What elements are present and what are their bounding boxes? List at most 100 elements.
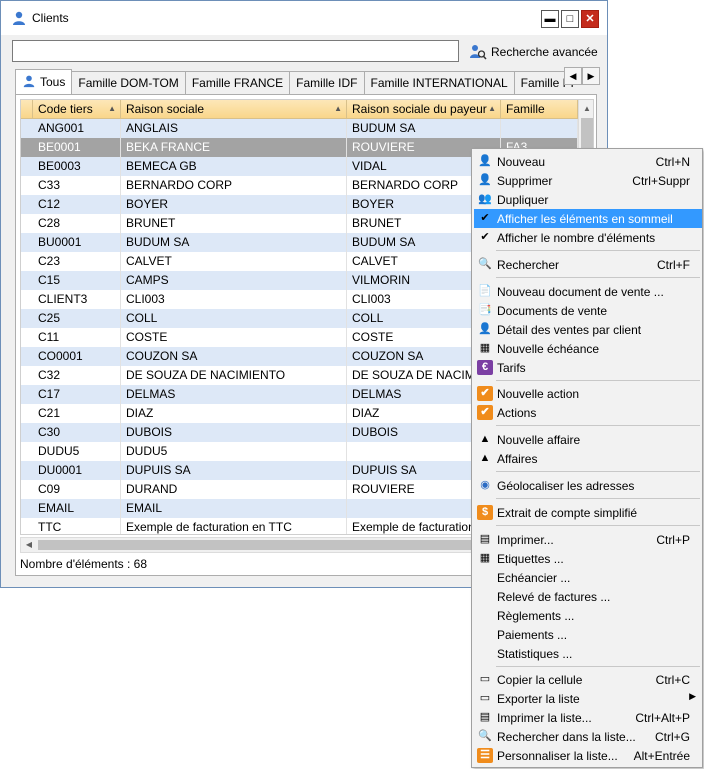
table-cell[interactable]: ANGLAIS bbox=[121, 119, 347, 138]
search-input[interactable] bbox=[12, 40, 459, 62]
table-cell[interactable]: COUZON SA bbox=[121, 347, 347, 366]
table-cell[interactable]: C28 bbox=[33, 214, 121, 233]
menu-item[interactable]: ▲ Nouvelle affaire bbox=[474, 430, 702, 449]
table-cell[interactable]: BE0003 bbox=[33, 157, 121, 176]
tab-3[interactable]: Famille IDF bbox=[289, 71, 365, 94]
vertical-scroll-thumb[interactable] bbox=[581, 118, 593, 148]
table-cell[interactable]: C23 bbox=[33, 252, 121, 271]
table-cell[interactable]: BRUNET bbox=[121, 214, 347, 233]
column-header-3[interactable]: Famille bbox=[501, 100, 578, 119]
menu-item[interactable]: Règlements ... bbox=[474, 606, 702, 625]
table-cell[interactable]: COLL bbox=[121, 309, 347, 328]
table-cell[interactable]: DU0001 bbox=[33, 461, 121, 480]
column-header-0[interactable]: Code tiers ▲ bbox=[33, 100, 121, 119]
table-cell[interactable]: C15 bbox=[33, 271, 121, 290]
menu-item[interactable]: ✔ Afficher le nombre d'éléments bbox=[474, 228, 702, 247]
table-cell[interactable]: CAMPS bbox=[121, 271, 347, 290]
table-cell[interactable]: Exemple de facturation en TTC bbox=[121, 518, 347, 534]
menu-item[interactable]: ☰ Personnaliser la liste... Alt+Entrée bbox=[474, 746, 702, 765]
table-cell[interactable]: C21 bbox=[33, 404, 121, 423]
table-cell[interactable]: BOYER bbox=[121, 195, 347, 214]
table-cell[interactable]: BUDUM SA bbox=[121, 233, 347, 252]
statement-icon: $ bbox=[477, 504, 493, 520]
menu-item[interactable]: $ Extrait de compte simplifié bbox=[474, 503, 702, 522]
menu-item[interactable]: ✔ Afficher les éléments en sommeil bbox=[474, 209, 702, 228]
menu-item[interactable]: 👤 Supprimer Ctrl+Suppr bbox=[474, 171, 702, 190]
table-cell[interactable]: ANG001 bbox=[33, 119, 121, 138]
table-cell[interactable]: DELMAS bbox=[121, 385, 347, 404]
menu-item[interactable]: ▭ Copier la cellule Ctrl+C bbox=[474, 670, 702, 689]
table-cell[interactable]: BEKA FRANCE bbox=[121, 138, 347, 157]
scroll-up-arrow-icon[interactable]: ▲ bbox=[579, 100, 593, 117]
menu-item-shortcut: Ctrl+Suppr bbox=[632, 174, 690, 188]
menu-item-label: Affaires bbox=[497, 452, 538, 467]
menu-item[interactable]: 👤 Nouveau Ctrl+N bbox=[474, 152, 702, 171]
table-cell[interactable]: DUPUIS SA bbox=[121, 461, 347, 480]
menu-item[interactable]: ▦ Nouvelle échéance bbox=[474, 339, 702, 358]
minimize-button[interactable]: ▬ bbox=[541, 10, 559, 28]
column-header-1[interactable]: Raison sociale ▲ bbox=[121, 100, 347, 119]
table-cell[interactable]: CALVET bbox=[121, 252, 347, 271]
table-cell[interactable]: C25 bbox=[33, 309, 121, 328]
menu-item[interactable]: 📄 Nouveau document de vente ... bbox=[474, 282, 702, 301]
table-cell[interactable]: DE SOUZA DE NACIMIENTO bbox=[121, 366, 347, 385]
menu-item[interactable]: 👤 Détail des ventes par client bbox=[474, 320, 702, 339]
menu-item[interactable]: Statistiques ... bbox=[474, 644, 702, 663]
table-cell[interactable] bbox=[501, 119, 578, 138]
table-cell[interactable]: CO0001 bbox=[33, 347, 121, 366]
table-cell[interactable]: C17 bbox=[33, 385, 121, 404]
table-cell[interactable]: DUBOIS bbox=[121, 423, 347, 442]
menu-item[interactable]: 🔍 Rechercher Ctrl+F bbox=[474, 255, 702, 274]
menu-item[interactable]: € Tarifs bbox=[474, 358, 702, 377]
menu-item[interactable]: ✔ Nouvelle action bbox=[474, 384, 702, 403]
table-cell[interactable]: DUDU5 bbox=[121, 442, 347, 461]
table-cell[interactable]: EMAIL bbox=[121, 499, 347, 518]
menu-item[interactable]: ▭ Exporter la liste ▶ bbox=[474, 689, 702, 708]
tab-scroll-left-button[interactable]: ◀ bbox=[564, 67, 582, 85]
table-cell[interactable]: C09 bbox=[33, 480, 121, 499]
menu-item[interactable]: 👥 Dupliquer bbox=[474, 190, 702, 209]
menu-item[interactable]: ▤ Imprimer... Ctrl+P bbox=[474, 530, 702, 549]
tab-2[interactable]: Famille FRANCE bbox=[184, 71, 291, 94]
menu-item[interactable]: 📑 Documents de vente bbox=[474, 301, 702, 320]
table-cell[interactable]: BUDUM SA bbox=[347, 119, 501, 138]
menu-item[interactable]: ◉ Géolocaliser les adresses bbox=[474, 476, 702, 495]
table-cell[interactable]: C33 bbox=[33, 176, 121, 195]
menu-item[interactable]: 🔍 Rechercher dans la liste... Ctrl+G bbox=[474, 727, 702, 746]
menu-item[interactable]: Echéancier ... bbox=[474, 568, 702, 587]
table-cell[interactable]: COSTE bbox=[121, 328, 347, 347]
close-button[interactable]: ✕ bbox=[581, 10, 599, 28]
table-cell[interactable]: C12 bbox=[33, 195, 121, 214]
advanced-search-button[interactable]: Recherche avancée bbox=[469, 43, 598, 61]
table-cell[interactable]: TTC bbox=[33, 518, 121, 534]
table-cell[interactable]: DUDU5 bbox=[33, 442, 121, 461]
table-cell[interactable]: CLIENT3 bbox=[33, 290, 121, 309]
table-cell[interactable]: DIAZ bbox=[121, 404, 347, 423]
column-header-2[interactable]: Raison sociale du payeur ▲ bbox=[347, 100, 501, 119]
scroll-left-arrow-icon[interactable]: ◀ bbox=[21, 538, 37, 552]
maximize-button[interactable]: □ bbox=[561, 10, 579, 28]
table-cell[interactable]: C32 bbox=[33, 366, 121, 385]
table-cell[interactable]: CLI003 bbox=[121, 290, 347, 309]
table-cell[interactable]: BERNARDO CORP bbox=[121, 176, 347, 195]
menu-item[interactable]: ▤ Imprimer la liste... Ctrl+Alt+P bbox=[474, 708, 702, 727]
menu-item[interactable]: ▦ Etiquettes ... bbox=[474, 549, 702, 568]
table-cell[interactable]: C30 bbox=[33, 423, 121, 442]
tab-4[interactable]: Famille INTERNATIONAL bbox=[363, 71, 515, 94]
table-row[interactable]: ANG001 ANGLAIS BUDUM SA bbox=[21, 119, 578, 138]
menu-item[interactable]: Relevé de factures ... bbox=[474, 587, 702, 606]
menu-item-label: Rechercher bbox=[497, 257, 560, 272]
table-cell[interactable]: BEMECA GB bbox=[121, 157, 347, 176]
tab-1[interactable]: Famille DOM-TOM bbox=[71, 71, 186, 94]
tab-scroll-right-button[interactable]: ▶ bbox=[582, 67, 600, 85]
check-icon: ✔ bbox=[480, 212, 490, 224]
menu-item[interactable]: Paiements ... bbox=[474, 625, 702, 644]
menu-item[interactable]: ▲ Affaires bbox=[474, 449, 702, 468]
table-cell[interactable]: C11 bbox=[33, 328, 121, 347]
tab-0[interactable]: Tous bbox=[15, 69, 73, 94]
menu-item[interactable]: ✔ Actions bbox=[474, 403, 702, 422]
table-cell[interactable]: BU0001 bbox=[33, 233, 121, 252]
table-cell[interactable]: BE0001 bbox=[33, 138, 121, 157]
table-cell[interactable]: DURAND bbox=[121, 480, 347, 499]
table-cell[interactable]: EMAIL bbox=[33, 499, 121, 518]
